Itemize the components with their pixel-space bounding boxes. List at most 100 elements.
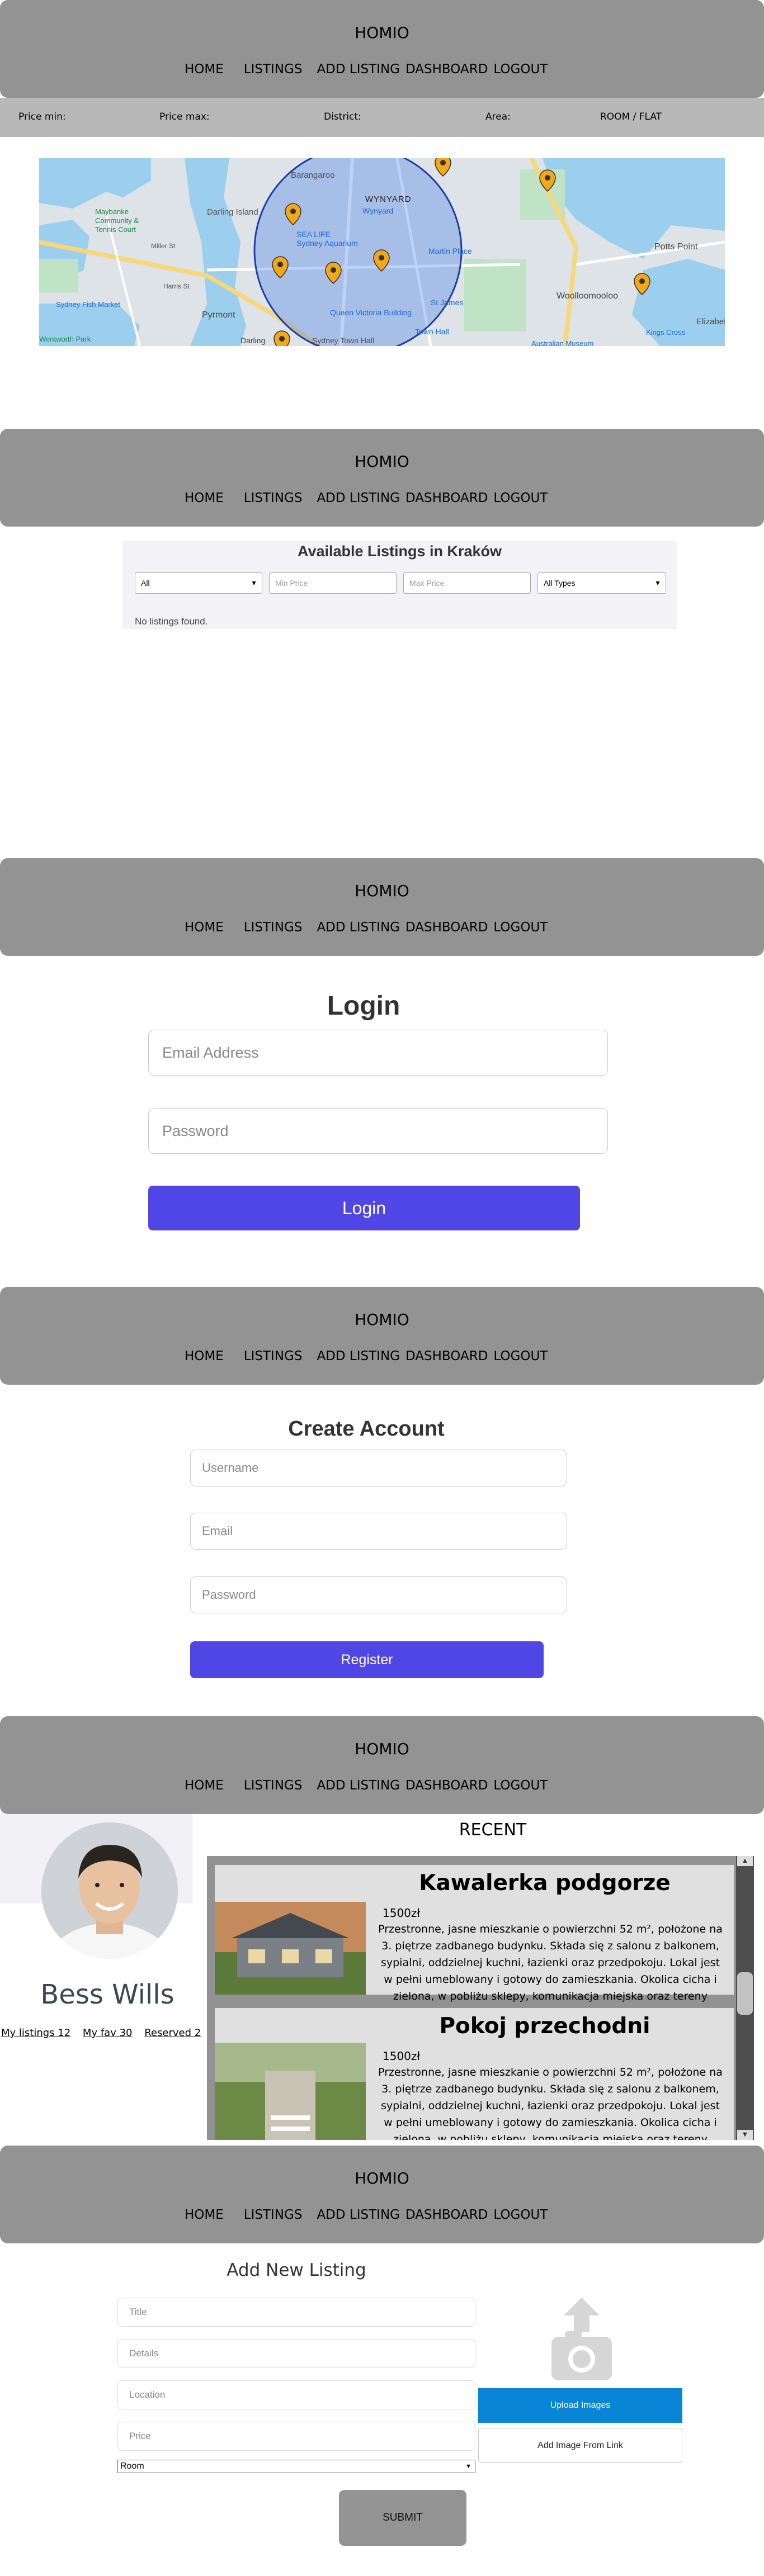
nav-listings[interactable]: LISTINGS [244, 62, 303, 77]
nav-dashboard[interactable]: DASHBOARD [405, 62, 488, 77]
nav-home[interactable]: HOME [185, 491, 224, 505]
scrollbar-thumb[interactable] [737, 1972, 753, 2015]
add-listing-title: Add New Listing [227, 2260, 366, 2280]
map-label-harris-st: Harris St [163, 282, 190, 290]
nav-logout[interactable]: LOGOUT [493, 1349, 548, 1363]
listings-container: Available Listings in Kraków All ▼ Min Pr… [122, 541, 677, 629]
nav-dashboard[interactable]: DASHBOARD [405, 1778, 488, 1793]
min-price-input[interactable]: Min Price [269, 572, 397, 594]
listing-price: 1500zł [383, 1906, 421, 1920]
map-canvas[interactable] [39, 158, 725, 346]
main-nav: HOME LISTINGS ADD LISTING DASHBOARD LOGOUT [185, 2208, 553, 2222]
password-field[interactable]: Password [190, 1576, 567, 1613]
location-input[interactable]: Location [117, 2380, 475, 2409]
nav-logout[interactable]: LOGOUT [493, 920, 548, 935]
room-flat-filter[interactable]: ROOM / FLAT [600, 111, 662, 122]
listing-description: Przestronne, jasne mieszkanie o powierzc… [378, 2066, 723, 2140]
title-input[interactable]: Title [117, 2298, 475, 2327]
price-min-filter[interactable]: Price min: [18, 111, 66, 122]
map-label-kings-cross: Kings Cross [646, 328, 686, 337]
nav-listings[interactable]: LISTINGS [244, 1349, 303, 1363]
listings-title: Available Listings in Kraków [297, 543, 502, 560]
reserved-link[interactable]: Reserved 2 [144, 2027, 201, 2039]
nav-home[interactable]: HOME [185, 1778, 224, 1793]
nav-add-listing[interactable]: ADD LISTING [317, 2208, 400, 2222]
user-name: Bess Wills [40, 1979, 175, 2010]
register-button[interactable]: Register [190, 1641, 544, 1678]
login-button[interactable]: Login [148, 1186, 580, 1230]
scroll-down-icon[interactable]: ▼ [737, 2130, 753, 2140]
chevron-down-icon: ▼ [654, 579, 661, 587]
listing-card[interactable]: Kawalerka podgorze 1500zł Przestronne, j… [215, 1865, 734, 2019]
user-links: My listings 12 My fav 30 Reserved 2 [1, 2027, 201, 2039]
nav-home[interactable]: HOME [185, 2208, 224, 2222]
my-listings-link[interactable]: My listings 12 [1, 2027, 70, 2039]
upload-images-button[interactable]: Upload Images [478, 2388, 682, 2423]
nav-logout[interactable]: LOGOUT [493, 1778, 548, 1793]
nav-add-listing[interactable]: ADD LISTING [317, 920, 400, 935]
price-input[interactable]: Price [117, 2422, 475, 2451]
map-label-sea-life: SEA LIFE Sydney Aquarium [296, 230, 358, 248]
district-filter[interactable]: District: [324, 111, 361, 122]
map-label-miller-st: Miller St [151, 242, 176, 250]
nav-home[interactable]: HOME [185, 62, 224, 77]
brand-logo[interactable]: HOMIO [0, 2169, 764, 2187]
map-label-potts-point: Potts Point [654, 242, 698, 252]
map-label-pyrmont: Pyrmont [202, 310, 235, 320]
brand-logo[interactable]: HOMIO [0, 452, 764, 471]
top-header: HOMIO HOME LISTINGS ADD LISTING DASHBOARD LO… [0, 429, 764, 527]
nav-listings[interactable]: LISTINGS [244, 2208, 303, 2222]
email-field[interactable]: Email Address [148, 1030, 608, 1076]
add-image-link-button[interactable]: Add Image From Link [478, 2428, 682, 2463]
submit-button[interactable]: SUBMIT [339, 2490, 466, 2546]
nav-add-listing[interactable]: ADD LISTING [317, 1349, 400, 1363]
password-field[interactable]: Password [148, 1108, 608, 1154]
brand-logo[interactable]: HOMIO [0, 1310, 764, 1329]
price-max-filter[interactable]: Price max: [159, 111, 210, 122]
recent-listings-scroll[interactable]: Kawalerka podgorze 1500zł Przestronne, j… [207, 1856, 754, 2140]
listing-card[interactable]: Pokoj przechodni 1500zł Przestronne, jas… [215, 2008, 734, 2140]
district-select[interactable]: All ▼ [135, 572, 262, 594]
listings-page: HOMIO HOME LISTINGS ADD LISTING DASHBOARD LO… [0, 429, 764, 854]
type-select[interactable]: All Types ▼ [537, 572, 666, 594]
nav-listings[interactable]: LISTINGS [244, 1778, 303, 1793]
nav-dashboard[interactable]: DASHBOARD [405, 491, 488, 505]
map-label-wentworth-park: Wentworth Park [39, 335, 91, 343]
chevron-down-icon: ▼ [465, 2463, 471, 2470]
type-select[interactable]: Room ▼ [117, 2460, 475, 2473]
brand-logo[interactable]: HOMIO [0, 882, 764, 900]
nav-logout[interactable]: LOGOUT [493, 62, 548, 77]
max-price-input[interactable]: Max Price [403, 572, 531, 594]
nav-add-listing[interactable]: ADD LISTING [317, 62, 400, 77]
nav-listings[interactable]: LISTINGS [244, 491, 303, 505]
nav-dashboard[interactable]: DASHBOARD [405, 2208, 488, 2222]
nav-logout[interactable]: LOGOUT [493, 2208, 548, 2222]
map-label-darling: Darling [240, 336, 266, 345]
main-nav: HOME LISTINGS ADD LISTING DASHBOARD LOGOUT [185, 62, 553, 77]
brand-logo[interactable]: HOMIO [0, 23, 764, 42]
email-field[interactable]: Email [190, 1513, 567, 1550]
brand-logo[interactable]: HOMIO [0, 1740, 764, 1758]
map-label-st-james: St James [431, 298, 464, 307]
details-input[interactable]: Details [117, 2339, 475, 2368]
dashboard-page: HOMIO HOME LISTINGS ADD LISTING DASHBOARD LO… [0, 1716, 764, 2147]
nav-dashboard[interactable]: DASHBOARD [405, 1349, 488, 1363]
username-field[interactable]: Username [190, 1450, 567, 1486]
map-label-fish-market: Sydney Fish Market [56, 300, 120, 309]
empty-message: No listings found. [135, 616, 208, 627]
nav-home[interactable]: HOME [185, 1349, 224, 1363]
nav-home[interactable]: HOME [185, 920, 224, 935]
nav-logout[interactable]: LOGOUT [493, 491, 548, 505]
camera-upload-icon[interactable] [548, 2298, 615, 2381]
recent-title: RECENT [459, 1820, 527, 1840]
listings-map[interactable]: Barangaroo WYNYARD Wynyard Darling Islan… [39, 158, 725, 346]
scroll-up-icon[interactable]: ▲ [737, 1856, 753, 1866]
nav-dashboard[interactable]: DASHBOARD [405, 920, 488, 935]
filter-bar: Price min: Price max: District: Area: RO… [0, 98, 764, 137]
area-filter[interactable]: Area: [485, 111, 511, 122]
nav-add-listing[interactable]: ADD LISTING [317, 491, 400, 505]
nav-add-listing[interactable]: ADD LISTING [317, 1778, 400, 1793]
nav-listings[interactable]: LISTINGS [244, 920, 303, 935]
my-fav-link[interactable]: My fav 30 [83, 2027, 133, 2039]
map-label-town-hall: Town Hall [415, 327, 449, 336]
